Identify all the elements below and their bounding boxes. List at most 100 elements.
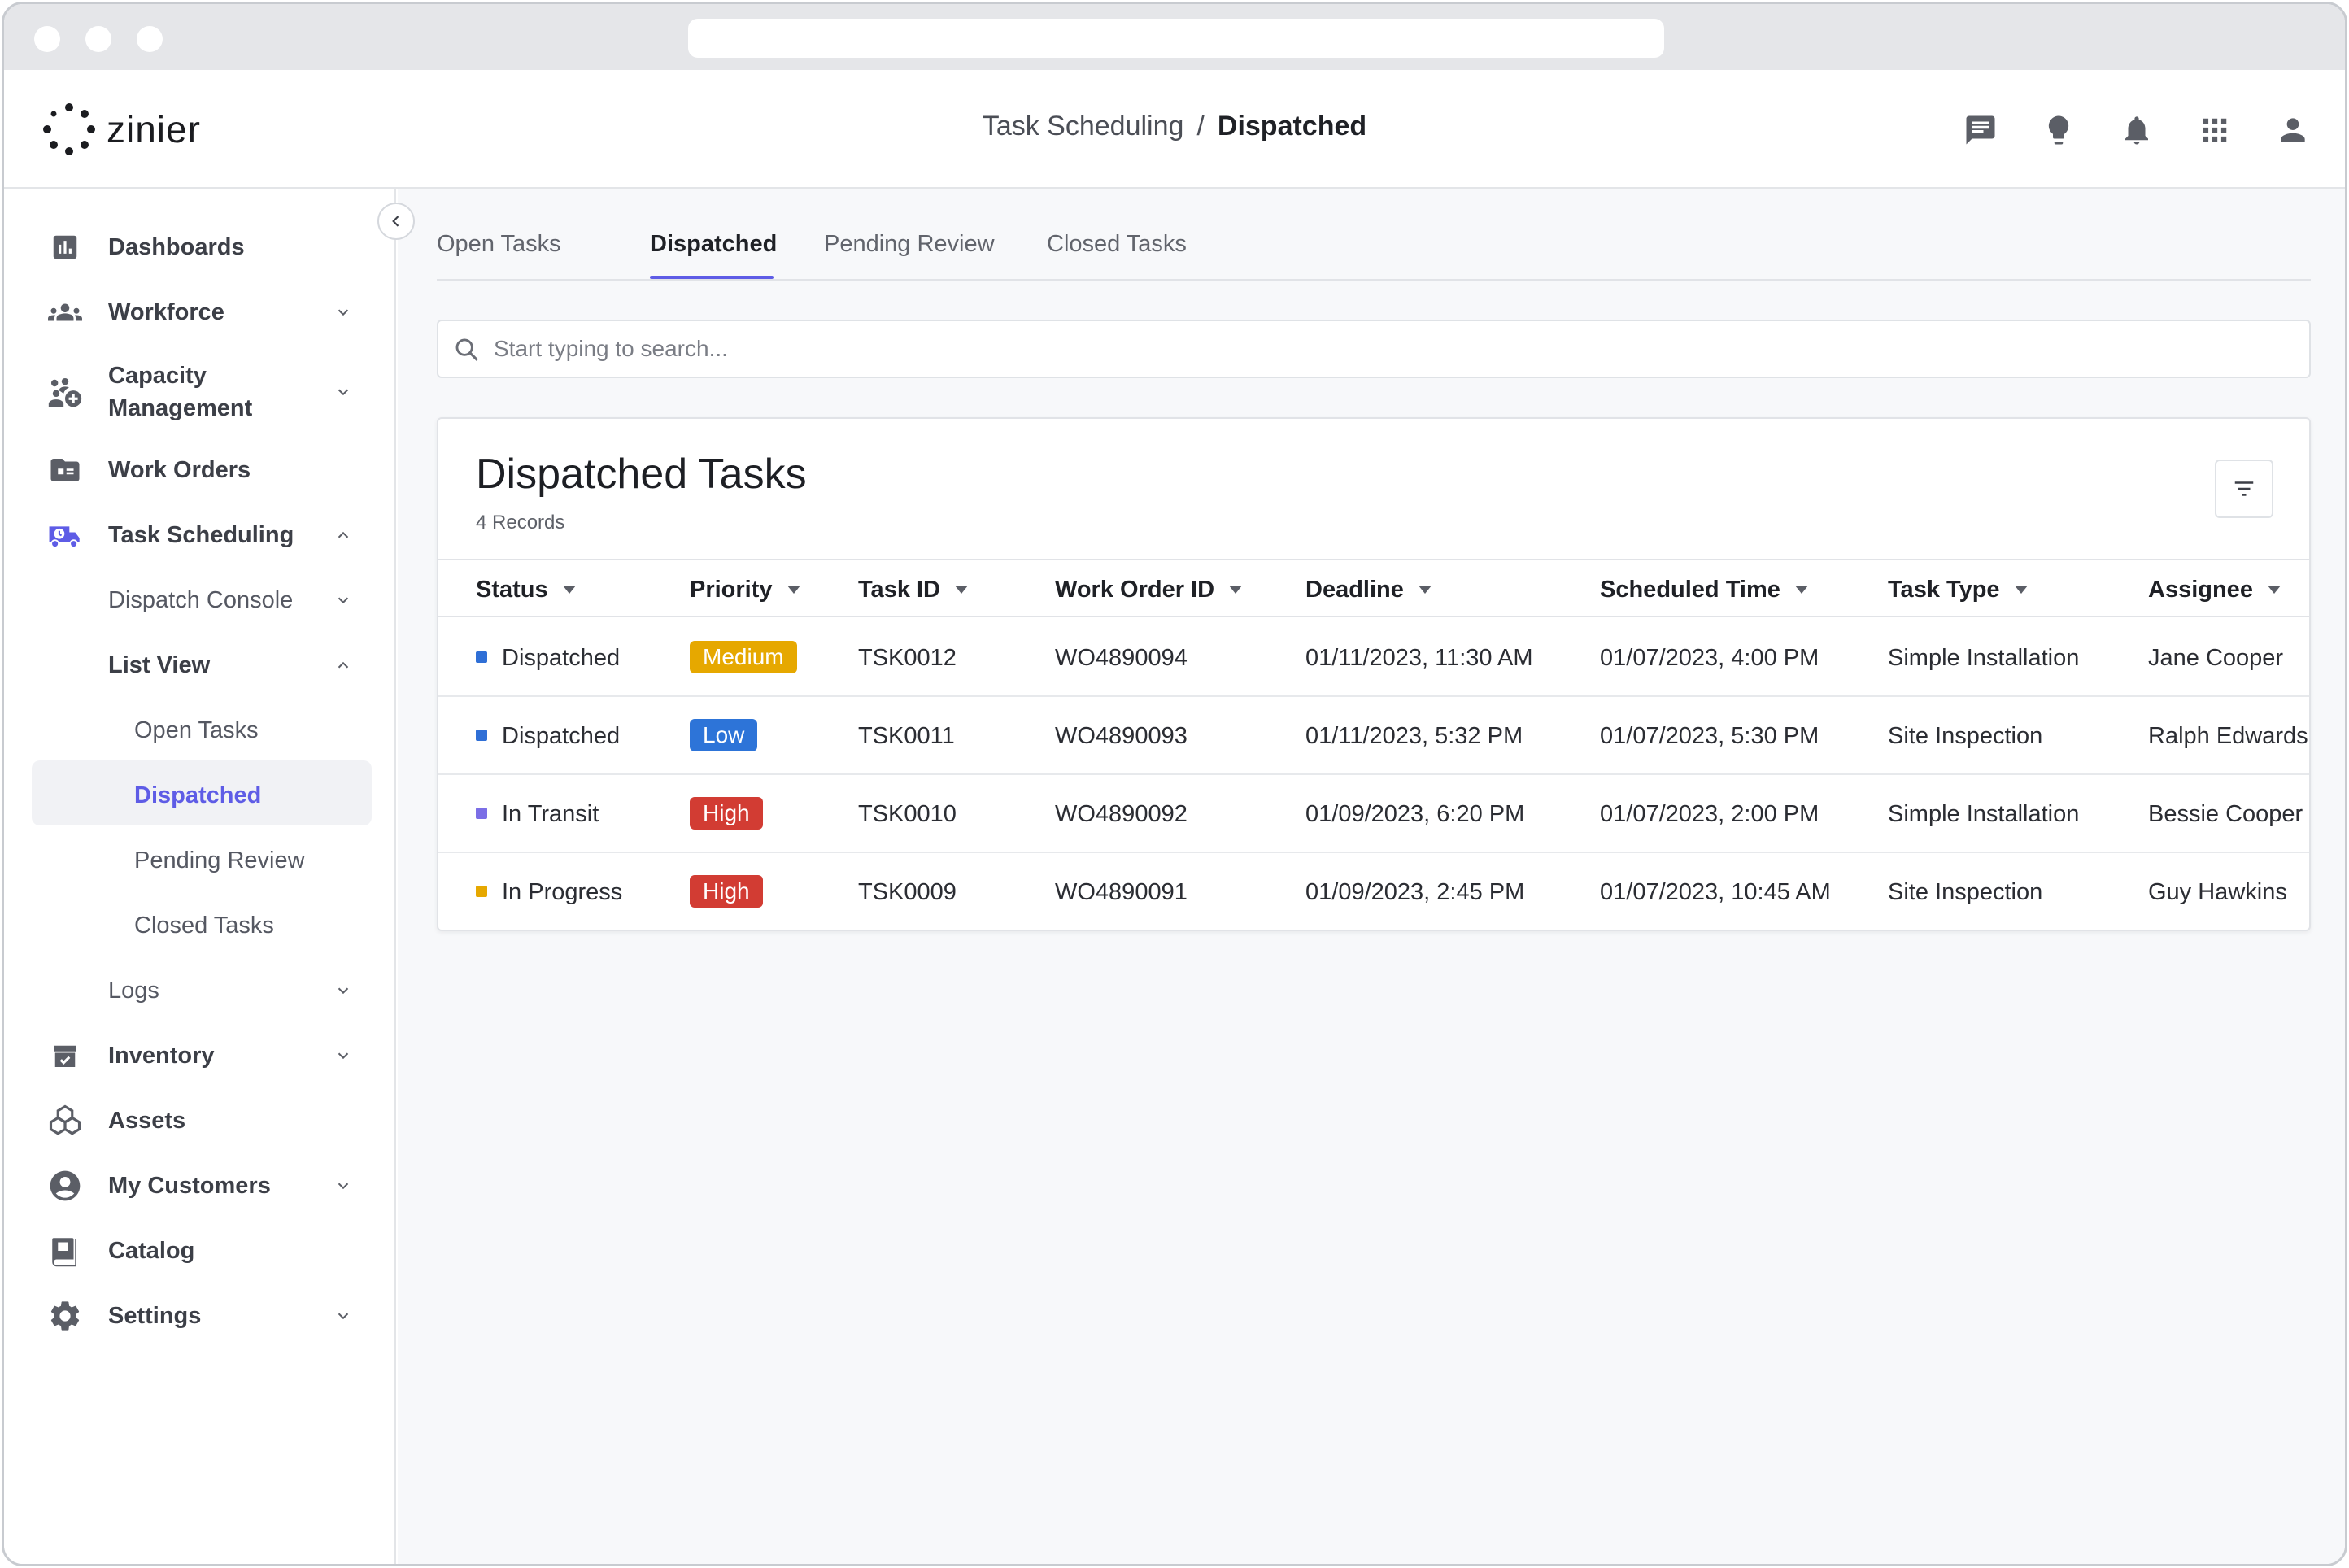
active-tab-indicator bbox=[650, 276, 774, 279]
sidebar-item-dashboards[interactable]: Dashboards bbox=[4, 219, 396, 276]
search-input[interactable] bbox=[494, 329, 2283, 368]
bell-icon[interactable] bbox=[2114, 107, 2159, 153]
cell-deadline: 01/09/2023, 6:20 PM bbox=[1305, 801, 1525, 827]
tab-pending-review[interactable]: Pending Review bbox=[824, 228, 995, 260]
sidebar-item-label: Settings bbox=[108, 1303, 202, 1329]
cell-task-id: TSK0009 bbox=[858, 879, 957, 905]
cell-task-type: Simple Installation bbox=[1888, 801, 2080, 827]
truck-clock-icon bbox=[46, 516, 84, 554]
lightbulb-icon[interactable] bbox=[2036, 107, 2081, 153]
column-header-assignee[interactable]: Assignee bbox=[2148, 573, 2281, 606]
chevron-left-icon bbox=[392, 216, 399, 227]
column-header-priority[interactable]: Priority bbox=[690, 573, 800, 606]
window-minimize-dot[interactable] bbox=[85, 26, 111, 52]
cell-work-order-id: WO4890093 bbox=[1055, 723, 1188, 749]
column-label: Deadline bbox=[1305, 577, 1404, 603]
sidebar-item-label: Workforce bbox=[108, 299, 224, 325]
sidebar-item-open-tasks[interactable]: Open Tasks bbox=[4, 702, 396, 759]
sort-caret-icon bbox=[787, 586, 800, 594]
breadcrumb-parent[interactable]: Task Scheduling bbox=[983, 111, 1184, 142]
chevron-down-icon bbox=[331, 588, 355, 612]
tab-open-tasks[interactable]: Open Tasks bbox=[437, 228, 561, 260]
status-indicator bbox=[476, 651, 487, 664]
browser-chrome bbox=[4, 4, 2345, 70]
status-indicator bbox=[476, 808, 487, 820]
priority-badge: High bbox=[690, 875, 763, 908]
apps-grid-icon[interactable] bbox=[2192, 107, 2238, 153]
column-label: Status bbox=[476, 577, 548, 603]
sidebar-collapse-button[interactable] bbox=[377, 203, 415, 240]
chat-icon[interactable] bbox=[1958, 107, 2003, 153]
table-row[interactable]: In Transit High TSK0010 WO4890092 01/09/2023… bbox=[438, 775, 2309, 853]
tab-bar: Open Tasks Dispatched Pending Review Clo… bbox=[437, 189, 2311, 281]
sidebar-item-catalog[interactable]: Catalog bbox=[4, 1222, 396, 1279]
sidebar-item-work-orders[interactable]: Work Orders bbox=[4, 442, 396, 499]
status-text: Dispatched bbox=[502, 645, 621, 671]
user-icon[interactable] bbox=[2270, 107, 2316, 153]
table-row[interactable]: Dispatched Low TSK0011 WO4890093 01/11/2023,… bbox=[438, 697, 2309, 775]
sidebar-item-label: Logs bbox=[108, 978, 159, 1004]
customer-icon bbox=[46, 1167, 84, 1204]
column-header-work-order-id[interactable]: Work Order ID bbox=[1055, 573, 1243, 606]
cell-task-id: TSK0010 bbox=[858, 801, 957, 827]
sidebar-item-my-customers[interactable]: My Customers bbox=[4, 1157, 396, 1214]
search-bar bbox=[437, 320, 2311, 378]
sidebar-item-dispatched[interactable]: Dispatched bbox=[4, 767, 396, 824]
sidebar-item-label: Task Scheduling bbox=[108, 522, 294, 548]
sidebar: Dashboards Workforce Capacity Management… bbox=[4, 189, 396, 1564]
filter-button[interactable] bbox=[2215, 460, 2273, 518]
sidebar-item-closed-tasks[interactable]: Closed Tasks bbox=[4, 897, 396, 954]
cell-task-type: Site Inspection bbox=[1888, 879, 2043, 905]
table-row[interactable]: In Progress High TSK0009 WO4890091 01/09/202… bbox=[438, 853, 2309, 931]
sort-caret-icon bbox=[2267, 586, 2281, 594]
cell-assignee: Bessie Cooper bbox=[2148, 801, 2303, 827]
sidebar-item-task-scheduling[interactable]: Task Scheduling bbox=[4, 507, 396, 564]
column-header-deadline[interactable]: Deadline bbox=[1305, 573, 1432, 606]
column-label: Priority bbox=[690, 577, 773, 603]
cell-scheduled-time: 01/07/2023, 10:45 AM bbox=[1600, 879, 1831, 905]
sidebar-item-capacity-management[interactable]: Capacity Management bbox=[4, 359, 396, 425]
column-header-task-type[interactable]: Task Type bbox=[1888, 573, 2028, 606]
sidebar-item-settings[interactable]: Settings bbox=[4, 1287, 396, 1344]
sidebar-item-dispatch-console[interactable]: Dispatch Console bbox=[4, 572, 396, 629]
column-header-scheduled-time[interactable]: Scheduled Time bbox=[1600, 573, 1808, 606]
window-close-dot[interactable] bbox=[34, 26, 60, 52]
top-bar: zinier Task Scheduling / Dispatched bbox=[4, 70, 2345, 189]
sidebar-item-label: Inventory bbox=[108, 1043, 215, 1069]
main-content: Open Tasks Dispatched Pending Review Clo… bbox=[398, 189, 2345, 1564]
sidebar-item-label: Work Orders bbox=[108, 457, 251, 483]
sort-caret-icon bbox=[1418, 586, 1432, 594]
sidebar-item-label: Closed Tasks bbox=[134, 912, 274, 939]
chevron-down-icon bbox=[331, 1304, 355, 1328]
sidebar-item-label: Open Tasks bbox=[134, 717, 259, 743]
sidebar-item-logs[interactable]: Logs bbox=[4, 962, 396, 1019]
inventory-icon bbox=[46, 1037, 84, 1074]
catalog-icon bbox=[46, 1232, 84, 1270]
address-bar[interactable] bbox=[688, 19, 1664, 58]
priority-badge: Low bbox=[690, 719, 758, 751]
cell-work-order-id: WO4890091 bbox=[1055, 879, 1188, 905]
sidebar-item-assets[interactable]: Assets bbox=[4, 1092, 396, 1149]
column-label: Task ID bbox=[858, 577, 941, 603]
sort-caret-icon bbox=[562, 586, 576, 594]
column-header-task-id[interactable]: Task ID bbox=[858, 573, 969, 606]
window-maximize-dot[interactable] bbox=[137, 26, 163, 52]
sort-caret-icon bbox=[955, 586, 969, 594]
sidebar-item-pending-review[interactable]: Pending Review bbox=[4, 832, 396, 889]
sort-caret-icon bbox=[1229, 586, 1243, 594]
sidebar-item-inventory[interactable]: Inventory bbox=[4, 1027, 396, 1084]
sidebar-item-list-view[interactable]: List View bbox=[4, 637, 396, 694]
status-indicator bbox=[476, 730, 487, 742]
column-header-status[interactable]: Status bbox=[476, 573, 576, 606]
sidebar-item-workforce[interactable]: Workforce bbox=[4, 284, 396, 341]
tab-dispatched[interactable]: Dispatched bbox=[650, 228, 777, 260]
table-row[interactable]: Dispatched Medium TSK0012 WO4890094 01/11/20… bbox=[438, 619, 2309, 697]
gear-icon bbox=[46, 1297, 84, 1335]
cell-status: In Progress bbox=[476, 876, 622, 908]
sidebar-item-label: List View bbox=[108, 652, 211, 678]
breadcrumb-current: Dispatched bbox=[1217, 111, 1367, 142]
cell-task-id: TSK0011 bbox=[858, 723, 955, 749]
tab-closed-tasks[interactable]: Closed Tasks bbox=[1047, 228, 1187, 260]
chevron-up-icon bbox=[331, 653, 355, 677]
assets-icon bbox=[46, 1102, 84, 1139]
